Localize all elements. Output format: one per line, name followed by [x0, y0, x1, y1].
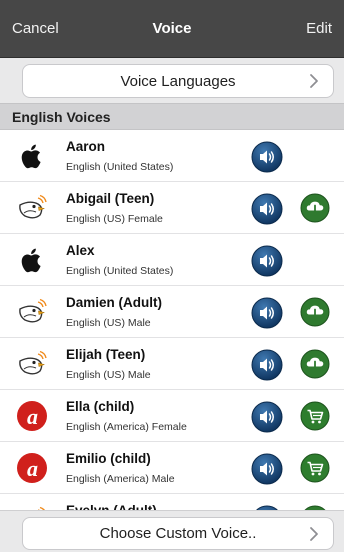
apple-icon: [16, 140, 48, 172]
voice-row[interactable]: Elijah (Teen) English (US) Male: [0, 338, 344, 390]
acapela-icon: a: [16, 400, 48, 432]
voice-row[interactable]: Aaron English (United States): [0, 130, 344, 182]
speaker-icon[interactable]: [251, 193, 283, 225]
voice-description: English (United States): [66, 265, 174, 277]
speaker-icon[interactable]: [251, 297, 283, 329]
voice-description: English (US) Male: [66, 317, 151, 329]
voice-row[interactable]: Abigail (Teen) English (US) Female: [0, 182, 344, 234]
speaker-icon[interactable]: [251, 401, 283, 433]
voice-row[interactable]: Evelyn (Adult): [0, 494, 344, 510]
bird-icon: [16, 192, 48, 224]
apple-icon: [16, 244, 48, 276]
voice-name: Abigail (Teen): [66, 191, 155, 206]
voice-name: Damien (Adult): [66, 295, 162, 310]
custom-voice-area: Choose Custom Voice..: [0, 510, 344, 552]
voice-description: English (United States): [66, 161, 174, 173]
voice-description: English (US) Male: [66, 369, 151, 381]
choose-custom-voice-label: Choose Custom Voice..: [99, 525, 257, 542]
nav-bar: Cancel Voice Edit: [0, 0, 344, 58]
speaker-icon[interactable]: [251, 141, 283, 173]
voice-languages-label: Voice Languages: [120, 72, 236, 90]
voice-description: English (US) Female: [66, 213, 163, 225]
download-icon[interactable]: [300, 193, 330, 223]
chevron-right-icon: [310, 527, 318, 541]
voice-name: Emilio (child): [66, 451, 151, 466]
speaker-icon[interactable]: [251, 245, 283, 277]
download-icon[interactable]: [300, 349, 330, 379]
voice-languages-button[interactable]: Voice Languages: [22, 64, 334, 98]
voice-row[interactable]: Damien (Adult) English (US) Male: [0, 286, 344, 338]
speaker-icon[interactable]: [251, 453, 283, 485]
voice-row[interactable]: a Ella (child) English (America) Female: [0, 390, 344, 442]
voice-name: Alex: [66, 243, 95, 258]
languages-area: Voice Languages: [0, 58, 344, 103]
voice-row[interactable]: a Emilio (child) English (America) Male: [0, 442, 344, 494]
download-icon[interactable]: [300, 297, 330, 327]
voice-name: Aaron: [66, 139, 106, 154]
voice-name: Elijah (Teen): [66, 347, 146, 362]
voice-list[interactable]: Aaron English (United States) Abigail (Te…: [0, 130, 344, 510]
voice-row[interactable]: Alex English (United States): [0, 234, 344, 286]
cart-icon[interactable]: [300, 453, 330, 483]
bird-icon: [16, 348, 48, 380]
voice-name: Evelyn (Adult): [66, 503, 157, 510]
svg-text:a: a: [27, 456, 38, 481]
svg-text:a: a: [27, 404, 38, 429]
section-header-english-voices: English Voices: [0, 103, 344, 130]
cancel-button[interactable]: Cancel: [12, 20, 59, 37]
choose-custom-voice-button[interactable]: Choose Custom Voice..: [22, 517, 334, 550]
voice-description: English (America) Female: [66, 421, 187, 433]
speaker-icon[interactable]: [251, 349, 283, 381]
cart-icon[interactable]: [300, 401, 330, 431]
chevron-right-icon: [310, 74, 318, 88]
voice-name: Ella (child): [66, 399, 135, 414]
acapela-icon: a: [16, 452, 48, 484]
voice-description: English (America) Male: [66, 473, 175, 485]
bird-icon: [16, 296, 48, 328]
edit-button[interactable]: Edit: [306, 20, 332, 37]
